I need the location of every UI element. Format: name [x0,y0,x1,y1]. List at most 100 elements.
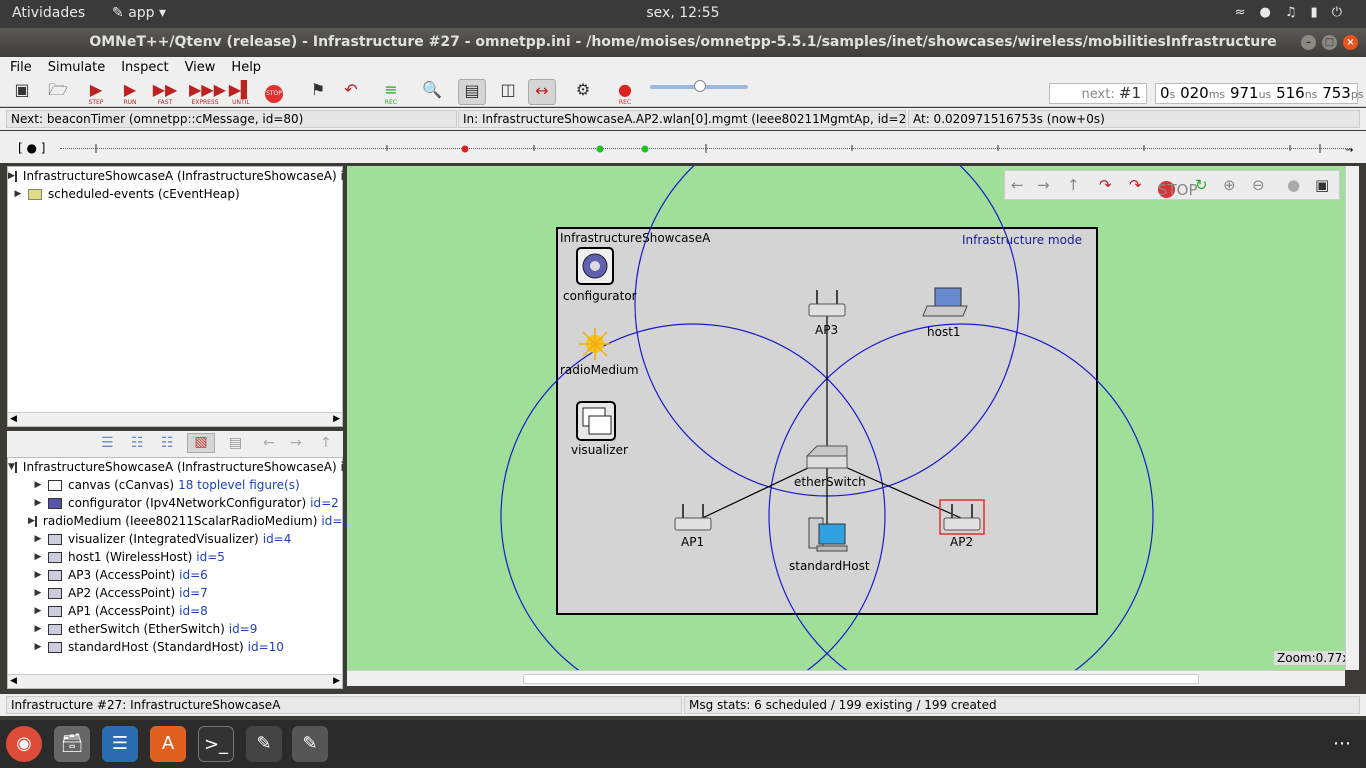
module-icon [48,569,62,581]
inheritance-icon[interactable]: ☷ [161,435,174,451]
stop-button[interactable]: STOP [260,79,288,105]
omnetpp-ide-icon[interactable]: ✎ [246,726,282,762]
up-arrow-icon[interactable]: ↑ [1067,176,1080,194]
close-icon[interactable]: × [1343,35,1358,50]
tree-row-root[interactable]: ▼ InfrastructureShowcaseA (Infrastructure… [8,458,344,476]
tree-row-label: visualizer (IntegratedVisualizer) [68,532,259,546]
tree-mode-icon[interactable]: ☷ [131,435,144,451]
file-manager-icon[interactable]: 🗃 [54,726,90,762]
collapse-arrow-icon[interactable]: ▼ [8,458,15,476]
step-button[interactable]: ▶ STEP [82,79,110,106]
network-canvas[interactable]: InfrastructureShowcaseA Infrastructure m… [347,166,1359,670]
express-button[interactable]: ▶▶▶ EXPRESS [189,79,226,106]
menu-file[interactable]: File [10,60,32,75]
zoom-out-icon[interactable]: ⊖ [1252,176,1265,194]
menu-simulate[interactable]: Simulate [48,60,105,75]
back-arrow-icon[interactable]: ← [1011,176,1024,194]
group-by-icon[interactable]: ▤ [229,435,242,451]
inspector-toolbar: ☰ ☷ ☷ ▧ ▤ ← → ↑ [7,431,343,457]
system-tray[interactable]: ≈ ● ♫ ▮ ⏻ [1235,5,1342,20]
tree-row-ap1[interactable]: ▶ AP1 (AccessPoint) id=8 [8,602,342,620]
qtenv-app-icon[interactable]: ✎ [292,726,328,762]
search-icon[interactable]: 🔍 [418,79,446,105]
new-run-icon[interactable]: ▣ [8,79,36,105]
run-until-module-icon[interactable]: ↷ [1129,176,1142,194]
time-ps: 753 [1322,84,1351,102]
layers-icon[interactable]: ▣ [1315,176,1329,194]
tree-row-ap2[interactable]: ▶ AP2 (AccessPoint) id=7 [8,584,342,602]
visualizer-label: visualizer [571,443,628,457]
canvas-horizontal-scrollbar[interactable] [347,670,1345,686]
tree-row-radiomedium[interactable]: ▶ radioMedium (Ieee80211ScalarRadioMedium… [8,512,350,530]
forward-arrow-icon[interactable]: → [290,435,302,451]
expand-arrow-icon[interactable]: ▶ [28,584,48,602]
menu-view[interactable]: View [185,60,216,75]
run-button[interactable]: ▶ RUN [116,79,144,106]
event-timeline[interactable]: [ ● ] → [0,131,1366,163]
finish-flag-icon[interactable]: ⚑ [304,79,332,105]
chrome-icon[interactable]: ◉ [6,726,42,762]
show-apps-icon[interactable]: ⋯ [1324,726,1360,762]
next-event-label: next: [1081,87,1115,102]
zoom-in-icon[interactable]: ⊕ [1223,176,1236,194]
menu-help[interactable]: Help [231,60,261,75]
expand-arrow-icon[interactable]: ▶ [28,512,35,530]
event-recording-button[interactable]: ≡ REC [377,79,405,106]
expand-arrow-icon[interactable]: ▶ [28,602,48,620]
ap2-label: AP2 [950,535,973,549]
etherswitch-label: etherSwitch [794,475,866,489]
run-until-button[interactable]: ▶▌ UNTIL [225,79,257,106]
tree-row-host1[interactable]: ▶ host1 (WirelessHost) id=5 [8,548,342,566]
expand-arrow-icon[interactable]: ▶ [28,620,48,638]
load-ned-icon[interactable]: 🗁 [44,79,72,105]
zoom-level-label: Zoom:0.77x [1274,651,1353,665]
show-children-icon[interactable]: ☰ [101,435,114,451]
tree-row-configurator[interactable]: ▶ configurator (Ipv4NetworkConfigurator) i… [8,494,342,512]
module-names-icon[interactable]: ● [1287,176,1300,194]
rebuild-network-icon[interactable]: ↶ [337,79,365,105]
maximize-icon[interactable]: □ [1322,35,1337,50]
tree-row-standardhost[interactable]: ▶ standardHost (StandardHost) id=10 [8,638,342,656]
back-arrow-icon[interactable]: ← [263,435,275,451]
layout-horizontal-icon[interactable]: ▤ [458,79,486,105]
tree-row-visualizer[interactable]: ▶ visualizer (IntegratedVisualizer) id=4 [8,530,342,548]
menu-inspect[interactable]: Inspect [121,60,168,75]
expand-arrow-icon[interactable]: ▶ [28,566,48,584]
relayout-icon[interactable]: ↻ [1195,176,1208,194]
horizontal-scrollbar[interactable]: ◀ ▶ [8,674,342,688]
forward-arrow-icon[interactable]: → [1037,176,1050,194]
layout-vertical-icon[interactable]: ◫ [494,79,522,105]
terminal-icon[interactable]: >_ [198,726,234,762]
record-video-button[interactable]: ● REC [611,79,639,106]
tree-row-etherswitch[interactable]: ▶ etherSwitch (EtherSwitch) id=9 [8,620,342,638]
scrollbar-thumb[interactable] [523,674,1199,684]
animation-toggle-icon[interactable]: ↔ [528,79,556,105]
writer-icon[interactable]: ☰ [102,726,138,762]
step-out-icon[interactable]: ↷ [1099,176,1112,194]
rec-label: REC [384,99,398,106]
expand-arrow-icon[interactable]: ▶ [8,185,28,203]
expand-arrow-icon[interactable]: ▶ [28,530,48,548]
fast-button[interactable]: ▶▶ FAST [151,79,179,106]
expand-arrow-icon[interactable]: ▶ [28,548,48,566]
tree-row-id: id=2 [310,496,339,510]
horizontal-scrollbar[interactable]: ◀ ▶ [8,412,342,426]
tree-row-canvas[interactable]: ▶ canvas (cCanvas) 18 toplevel figure(s) [8,476,342,494]
clock[interactable]: sex, 12:55 [0,5,1366,21]
expand-arrow-icon[interactable]: ▶ [8,167,15,185]
minimize-icon[interactable]: – [1301,35,1316,50]
slider-handle[interactable] [694,80,706,92]
tree-row-scheduled-events[interactable]: ▶ scheduled-events (cEventHeap) [8,185,342,203]
tree-row-ap3[interactable]: ▶ AP3 (AccessPoint) id=6 [8,566,342,584]
up-arrow-icon[interactable]: ↑ [320,435,332,451]
expand-arrow-icon[interactable]: ▶ [28,476,48,494]
tree-row-network[interactable]: ▶ InfrastructureShowcaseA (Infrastructure… [8,167,344,185]
time-s: 0 [1160,84,1170,102]
expand-arrow-icon[interactable]: ▶ [28,494,48,512]
gear-icon[interactable]: ⚙ [569,79,597,105]
animation-speed-slider[interactable] [650,80,748,92]
flat-mode-icon[interactable]: ▧ [187,433,215,453]
canvas-vertical-scrollbar[interactable] [1345,166,1359,670]
expand-arrow-icon[interactable]: ▶ [28,638,48,656]
software-center-icon[interactable]: A [150,726,186,762]
